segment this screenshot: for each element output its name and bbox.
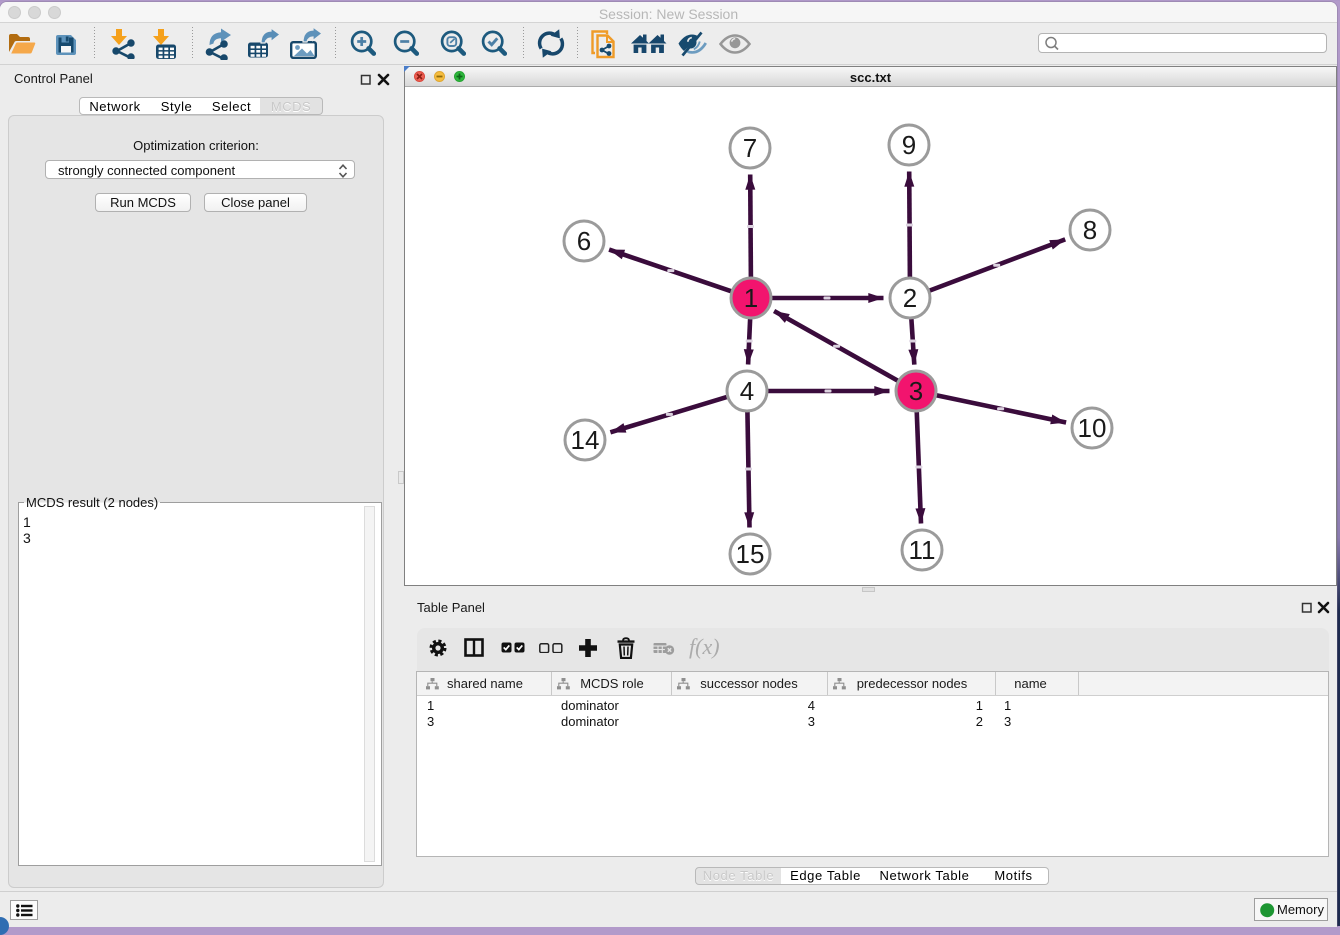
svg-text:1: 1: [744, 283, 758, 313]
svg-text:9: 9: [902, 130, 916, 160]
svg-text:4: 4: [740, 376, 754, 406]
svg-text:7: 7: [743, 133, 757, 163]
svg-text:2: 2: [903, 283, 917, 313]
svg-text:11: 11: [909, 535, 936, 565]
svg-text:10: 10: [1078, 413, 1107, 443]
svg-text:15: 15: [736, 539, 765, 569]
svg-text:8: 8: [1083, 215, 1097, 245]
svg-text:3: 3: [909, 376, 923, 406]
svg-text:14: 14: [571, 425, 600, 455]
svg-text:6: 6: [577, 226, 591, 256]
